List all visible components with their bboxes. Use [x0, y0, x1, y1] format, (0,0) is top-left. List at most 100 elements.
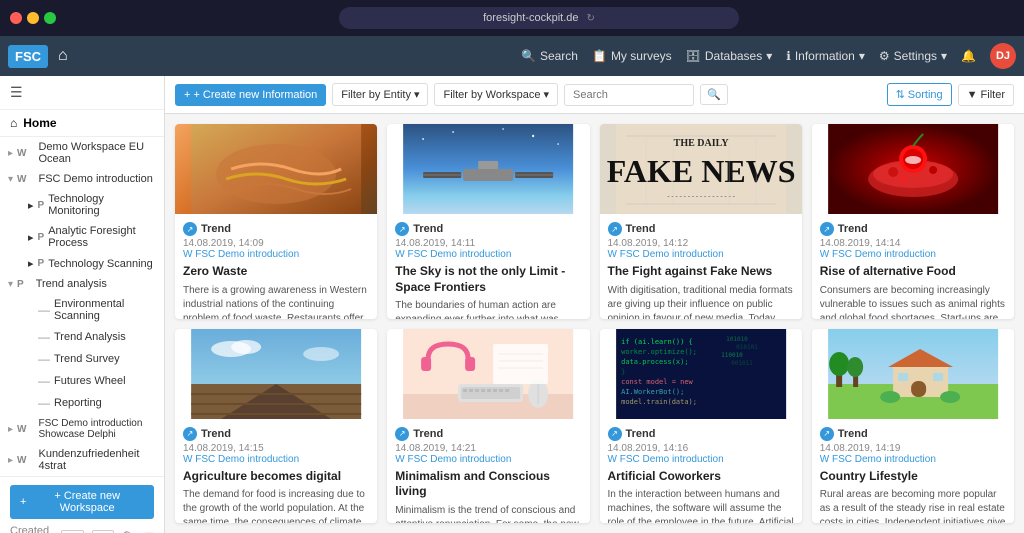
minimize-button[interactable] [27, 12, 39, 24]
sorting-button[interactable]: ⇅ Sorting [887, 83, 952, 106]
card-workspace-8: W FSC Demo introduction [820, 454, 1006, 465]
sidebar-item-env-scanning[interactable]: — Environmental Scanning [0, 294, 164, 326]
search-input[interactable] [564, 84, 694, 106]
za-sort-button[interactable]: ZA [92, 530, 115, 533]
information-button[interactable]: ℹ Information ▾ [786, 49, 865, 63]
page-icon-2: P [38, 232, 45, 243]
trend-icon-7: ↗ [608, 427, 622, 441]
sidebar-item-workspace-ocean[interactable]: ▸ W Demo Workspace EU Ocean [0, 137, 164, 169]
card-agriculture[interactable]: ↗ Trend 14.08.2019, 14:15 W FSC Demo int… [175, 329, 377, 524]
search-nav-button[interactable]: 🔍 Search [521, 49, 578, 63]
sidebar: ☰ ⌂ Home ▸ W Demo Workspace EU Ocean ▾ W… [0, 76, 165, 533]
notifications-button[interactable]: 🔔 [961, 49, 976, 63]
workspace-w-icon: W [17, 148, 26, 159]
page-icon-4: P [17, 279, 24, 290]
filter-button[interactable]: ▼ Filter [958, 84, 1014, 106]
card-country[interactable]: ↗ Trend 14.08.2019, 14:19 W FSC Demo int… [812, 329, 1014, 524]
plus-icon: + [20, 496, 26, 508]
sidebar-item-trend-survey[interactable]: — Trend Survey [0, 348, 164, 370]
trend-icon-6: ↗ [395, 427, 409, 441]
trend-icon-3: ↗ [608, 222, 622, 236]
card-desc-4: Consumers are becoming increasingly vuln… [820, 284, 1006, 319]
page-dash-icon-5: — [38, 396, 50, 410]
search-button[interactable]: 🔍 [700, 84, 728, 105]
sidebar-item-label: Trend Survey [54, 353, 120, 365]
filter-entity-button[interactable]: Filter by Entity ▾ [332, 83, 428, 106]
surveys-icon: 📋 [592, 49, 607, 63]
trend-icon-5: ↗ [183, 427, 197, 441]
refresh-icon[interactable]: ↻ [587, 13, 595, 24]
card-body-agriculture: ↗ Trend 14.08.2019, 14:15 W FSC Demo int… [175, 419, 377, 524]
sidebar-item-kunden[interactable]: ▸ W Kundenzufriedenheit 4strat [0, 444, 164, 476]
card-image-zero-waste [175, 124, 377, 214]
card-alt-food[interactable]: ↗ Trend 14.08.2019, 14:14 W FSC Demo int… [812, 124, 1014, 319]
card-fake-news[interactable]: THE DAILY FAKE NEWS - - - - - - - - - - … [600, 124, 802, 319]
avatar[interactable]: DJ [990, 43, 1016, 69]
page-dash-icon-2: — [38, 330, 50, 344]
sidebar-item-analytic[interactable]: ▸ P Analytic Foresight Process [0, 221, 164, 253]
az-sort-button[interactable]: AZ [61, 530, 84, 533]
workspace-w-icon-4: W [17, 455, 26, 466]
databases-button[interactable]: 🗄 Databases ▾ [686, 49, 773, 63]
sidebar-item-tech-scanning[interactable]: ▸ P Technology Scanning [0, 253, 164, 274]
page-dash-icon-3: — [38, 352, 50, 366]
card-desc-6: Minimalism is the trend of conscious and… [395, 504, 581, 523]
maximize-button[interactable] [44, 12, 56, 24]
card-minimalism[interactable]: ↗ Trend 14.08.2019, 14:21 W FSC Demo int… [387, 329, 589, 524]
card-type-5: Trend [201, 428, 231, 440]
created-at-label: Created at [10, 525, 53, 533]
card-image-country [812, 329, 1014, 419]
card-body-ai: ↗ Trend 14.08.2019, 14:16 W FSC Demo int… [600, 419, 802, 524]
card-title-4: Rise of alternative Food [820, 264, 1006, 280]
card-type-6: Trend [413, 428, 443, 440]
settings-button[interactable]: ⚙ Settings ▾ [879, 49, 947, 63]
nav-bar: FSC ⌂ 🔍 Search 📋 My surveys 🗄 Databases … [0, 36, 1024, 76]
url-text: foresight-cockpit.de [483, 12, 578, 24]
card-date-3: 14.08.2019, 14:12 [608, 238, 794, 249]
url-bar[interactable]: foresight-cockpit.de ↻ [339, 7, 739, 29]
sidebar-item-trend-analysis-sub[interactable]: — Trend Analysis [0, 326, 164, 348]
card-title-6: Minimalism and Conscious living [395, 469, 581, 500]
workspace-w-icon-2: W [17, 174, 26, 185]
sidebar-item-reporting[interactable]: — Reporting [0, 392, 164, 414]
sidebar-item-label: FSC Demo introduction Showcase Delphi [38, 418, 156, 440]
svg-text:- - - - - - - - - - - - - - -: - - - - - - - - - - - - - - - - - [667, 192, 735, 200]
filter-workspace-button[interactable]: Filter by Workspace ▾ [434, 83, 558, 106]
card-ai-coworkers[interactable]: if (ai.learn()) { worker.optimize(); dat… [600, 329, 802, 524]
information-chevron-icon: ▾ [859, 49, 865, 63]
sidebar-item-label: Demo Workspace EU Ocean [38, 141, 156, 165]
card-zero-waste[interactable]: ↗ Trend 14.08.2019, 14:09 W FSC Demo int… [175, 124, 377, 319]
sidebar-item-tech-monitoring[interactable]: ▸ P Technology Monitoring [0, 189, 164, 221]
sidebar-bottom-tools: Created at AZ ZA 🔍 ☰ [10, 519, 154, 533]
information-label: Information [795, 49, 855, 63]
card-image-fake-news: THE DAILY FAKE NEWS - - - - - - - - - - … [600, 124, 802, 214]
card-body-zero-waste: ↗ Trend 14.08.2019, 14:09 W FSC Demo int… [175, 214, 377, 319]
sidebar-item-trend-analysis[interactable]: ▾ P Trend analysis [0, 274, 164, 294]
sidebar-menu-icon[interactable]: ☰ [10, 84, 23, 101]
home-nav-icon[interactable]: ⌂ [58, 47, 68, 65]
sidebar-item-fsc-demo[interactable]: ▾ W FSC Demo introduction [0, 169, 164, 189]
close-button[interactable] [10, 12, 22, 24]
page-icon: P [38, 200, 45, 211]
sidebar-item-showcase-delphi[interactable]: ▸ W FSC Demo introduction Showcase Delph… [0, 414, 164, 444]
create-information-button[interactable]: + + Create new Information [175, 84, 326, 106]
settings-icon: ⚙ [879, 49, 890, 63]
card-workspace-5: W FSC Demo introduction [183, 454, 369, 465]
card-type-8: Trend [838, 428, 868, 440]
card-date-2: 14.08.2019, 14:11 [395, 238, 581, 249]
svg-text:THE DAILY: THE DAILY [673, 138, 729, 149]
card-sky[interactable]: ↗ Trend 14.08.2019, 14:11 W FSC Demo int… [387, 124, 589, 319]
my-surveys-button[interactable]: 📋 My surveys [592, 49, 672, 63]
settings-label: Settings [894, 49, 937, 63]
trend-icon-2: ↗ [395, 222, 409, 236]
filter-workspace-label: Filter by Workspace [443, 89, 540, 101]
cards-grid: ↗ Trend 14.08.2019, 14:09 W FSC Demo int… [165, 114, 1024, 533]
expand-icon-2: ▸ [28, 199, 34, 212]
sidebar-item-futures-wheel[interactable]: — Futures Wheel [0, 370, 164, 392]
sidebar-home-item[interactable]: ⌂ Home [0, 110, 164, 137]
card-title-2: The Sky is not the only Limit - Space Fr… [395, 264, 581, 295]
page-dash-icon-4: — [38, 374, 50, 388]
create-workspace-button[interactable]: + + Create new Workspace [10, 485, 154, 519]
nav-actions: 🔍 Search 📋 My surveys 🗄 Databases ▾ ℹ In… [521, 43, 1016, 69]
page-dash-icon: — [38, 303, 50, 317]
